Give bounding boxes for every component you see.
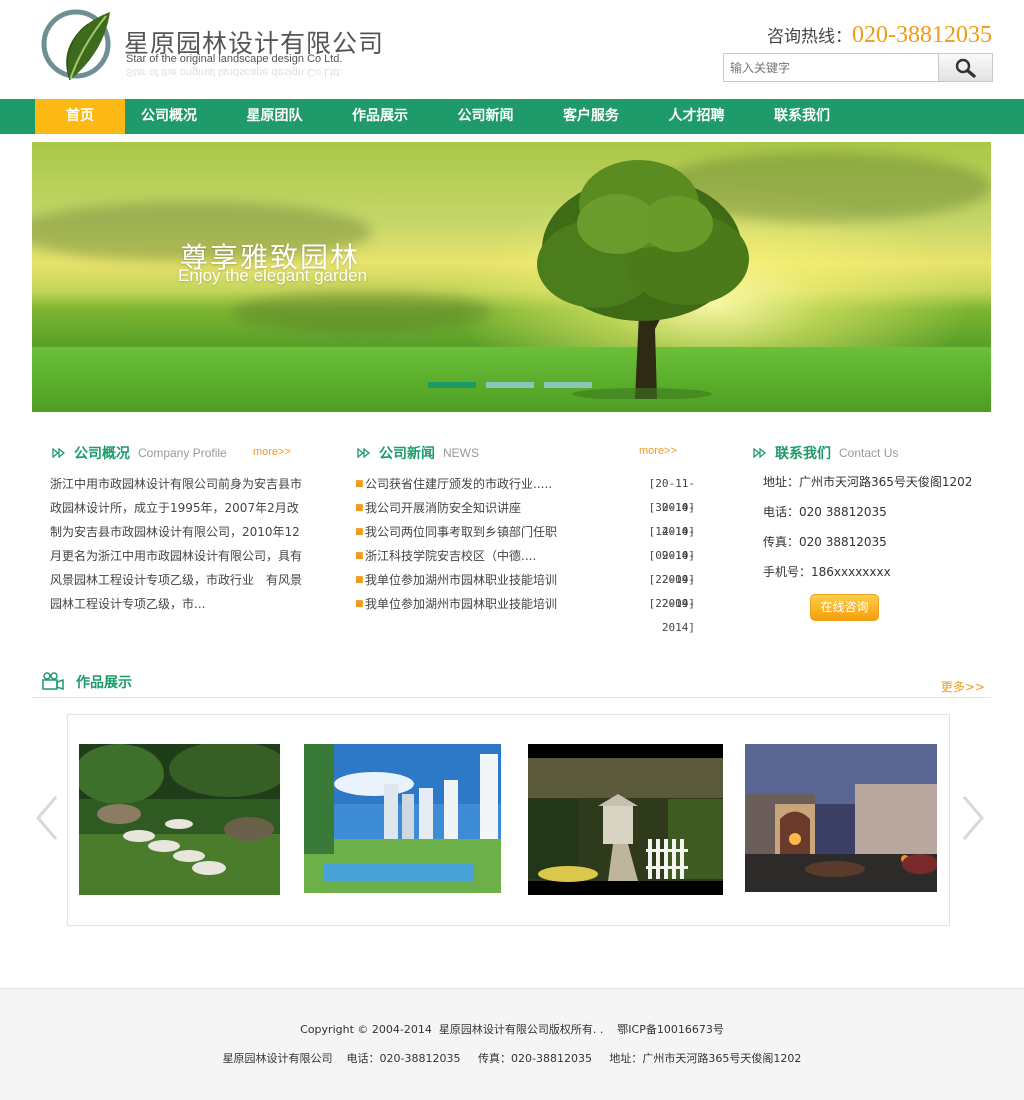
- double-arrow-icon: [52, 448, 66, 458]
- banner-slogan-en: Enjoy the elegant garden: [178, 266, 368, 285]
- news-item[interactable]: ■ 我单位参加湖州市园林职业技能培训 [22-09-2014]: [355, 592, 695, 634]
- news-list: ■ 公司获省住建厅颁发的市政行业..... [20-11-2014] ■ 我公司开展消…: [355, 472, 695, 634]
- news-item[interactable]: ■ 公司获省住建厅颁发的市政行业..... [20-11-2014]: [355, 472, 695, 514]
- nav-item-company-profile[interactable]: 公司概况: [125, 99, 213, 134]
- news-item-date: [22-09-2014]: [648, 597, 695, 634]
- news-title-en: NEWS: [443, 446, 479, 460]
- works-title: 作品展示: [76, 675, 132, 691]
- magnifier-icon: [955, 58, 976, 78]
- news-title: 公司新闻: [379, 446, 435, 462]
- news-heading: 公司新闻 NEWS: [357, 443, 479, 463]
- bullet-icon: ■: [355, 479, 364, 489]
- nav-item-customer-service[interactable]: 客户服务: [547, 99, 635, 134]
- news-item[interactable]: ■ 我公司开展消防安全知识讲座 [30-10-2014]: [355, 496, 695, 538]
- news-item-title[interactable]: 公司获省住建厅颁发的市政行业.....: [365, 472, 619, 496]
- bullet-icon: ■: [355, 551, 364, 561]
- news-item-title[interactable]: 浙江科技学院安吉校区（中德....: [365, 544, 619, 568]
- hotline: 咨询热线：020-38812035: [767, 22, 992, 49]
- nav-item-home[interactable]: 首页: [35, 99, 125, 134]
- news-item-date: [20-11-2014]: [648, 477, 695, 514]
- leaf-logo-icon[interactable]: [40, 8, 116, 86]
- tree-illustration: [537, 160, 749, 399]
- about-title: 公司概况: [74, 446, 130, 462]
- work-thumbnail-garden-path[interactable]: [79, 744, 280, 895]
- news-item-date: [22-09-2014]: [648, 573, 695, 610]
- about-text: 浙江中用市政园林设计有限公司前身为安吉县市政园林设计所，成立于1995年，200…: [50, 477, 303, 611]
- news-item-date: [30-10-2014]: [648, 501, 695, 538]
- works-more-link[interactable]: 更多>>: [941, 678, 985, 695]
- bullet-icon: ■: [355, 599, 364, 609]
- footer-copyright: Copyright © 2004-2014 星原园林设计有限公司版权所有. . …: [300, 1023, 724, 1036]
- contact-heading: 联系我们 Contact Us: [753, 443, 898, 463]
- banner-cloud: [232, 292, 492, 332]
- camera-icon: [42, 672, 64, 690]
- contact-title-en: Contact Us: [839, 446, 899, 460]
- bullet-icon: ■: [355, 503, 364, 513]
- about-title-en: Company Profile: [138, 446, 227, 460]
- news-item-date: [09-10-2014]: [648, 549, 695, 586]
- news-item-title[interactable]: 我公司开展消防安全知识讲座: [365, 496, 619, 520]
- hotline-number: 020-38812035: [852, 22, 992, 48]
- footer: Copyright © 2004-2014 星原园林设计有限公司版权所有. . …: [0, 988, 1024, 1100]
- news-more-link[interactable]: more>>: [639, 445, 677, 457]
- hotline-label: 咨询热线：: [767, 27, 852, 47]
- work-thumbnail-white-gate[interactable]: [528, 744, 723, 895]
- nav-item-contact[interactable]: 联系我们: [758, 99, 846, 134]
- news-item-title[interactable]: 我单位参加湖州市园林职业技能培训: [365, 592, 619, 616]
- contact-address: 地址：广州市天河路365号天俊阁1202: [763, 475, 973, 489]
- news-item-date: [14-10-2014]: [648, 525, 695, 562]
- footer-contact-line: 星原园林设计有限公司 电话：020-38812035 传真：020-388120…: [222, 1052, 802, 1065]
- nav-item-news[interactable]: 公司新闻: [424, 99, 547, 134]
- company-name-en-reflection: Star of the original landscape design Co…: [126, 66, 343, 78]
- contact-phone: 电话：020 38812035: [763, 505, 887, 519]
- double-arrow-icon: [357, 448, 371, 458]
- bullet-icon: ■: [355, 575, 364, 585]
- nav-item-works[interactable]: 作品展示: [336, 99, 424, 134]
- slide-indicator-1[interactable]: [428, 382, 476, 388]
- nav-item-team[interactable]: 星原团队: [213, 99, 336, 134]
- double-arrow-icon: [753, 448, 767, 458]
- search-button[interactable]: [938, 54, 992, 81]
- slide-indicator-2[interactable]: [486, 382, 534, 388]
- works-heading: 作品展示 更多>>: [32, 666, 991, 698]
- slide-indicators: [428, 382, 592, 388]
- work-thumbnail-courtyard[interactable]: [745, 744, 937, 892]
- header: 星原园林设计有限公司 Star of the original landscap…: [0, 0, 1024, 99]
- news-item[interactable]: ■ 我单位参加湖州市园林职业技能培训 [22-09-2014]: [355, 568, 695, 610]
- news-item-title[interactable]: 我单位参加湖州市园林职业技能培训: [365, 568, 619, 592]
- main-nav: 首页 公司概况 星原团队 作品展示 公司新闻 客户服务 人才招聘 联系我们: [0, 99, 1024, 134]
- banner-field: [32, 347, 991, 412]
- search-input[interactable]: [724, 54, 938, 81]
- contact-fax: 传真：020 38812035: [763, 535, 887, 549]
- news-item[interactable]: ■ 我公司两位同事考取到乡镇部门任职 [14-10-2014]: [355, 520, 695, 562]
- contact-mobile: 手机号：186xxxxxxxx: [763, 565, 891, 579]
- contact-info: 地址：广州市天河路365号天俊阁1202 电话：020 38812035 传真：…: [763, 469, 972, 589]
- online-consult-button[interactable]: 在线咨询: [810, 594, 879, 621]
- company-name-en: Star of the original landscape design Co…: [126, 53, 343, 65]
- bullet-icon: ■: [355, 527, 364, 537]
- news-item[interactable]: ■ 浙江科技学院安吉校区（中德.... [09-10-2014]: [355, 544, 695, 586]
- about-heading: 公司概况 Company Profile: [52, 443, 227, 463]
- contact-title: 联系我们: [775, 446, 831, 462]
- nav-item-recruitment[interactable]: 人才招聘: [635, 99, 758, 134]
- slide-indicator-3[interactable]: [544, 382, 592, 388]
- news-item-title[interactable]: 我公司两位同事考取到乡镇部门任职: [365, 520, 619, 544]
- about-more-link[interactable]: more>>: [253, 446, 291, 458]
- search-box: [723, 53, 993, 82]
- work-thumbnail-residential[interactable]: [304, 744, 501, 893]
- prev-arrow-icon[interactable]: [34, 795, 62, 841]
- hero-banner[interactable]: 尊享雅致园林 Enjoy the elegant garden: [32, 142, 991, 412]
- next-arrow-icon[interactable]: [958, 795, 986, 841]
